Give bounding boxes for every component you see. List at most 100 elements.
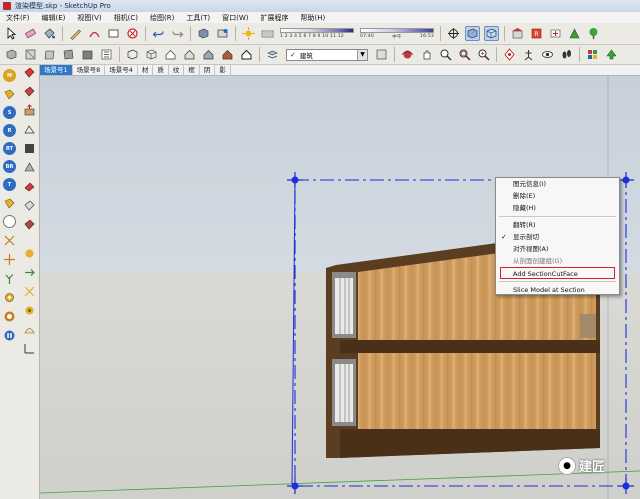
- group-icon[interactable]: [215, 26, 230, 41]
- layer-manager-icon[interactable]: [265, 47, 280, 62]
- iso-view-icon[interactable]: [4, 47, 19, 62]
- plugin-r-icon[interactable]: R: [3, 124, 16, 137]
- tab-frame[interactable]: 框: [184, 65, 200, 75]
- eraser-icon[interactable]: [23, 26, 38, 41]
- display-section-cuts-icon[interactable]: [484, 26, 499, 41]
- pan-icon[interactable]: [419, 47, 434, 62]
- menu-help[interactable]: 帮助(H): [294, 13, 331, 23]
- circle-icon[interactable]: [125, 26, 140, 41]
- up-arrow-icon[interactable]: [604, 47, 619, 62]
- zoom-window-icon[interactable]: [457, 47, 472, 62]
- push-pull-icon[interactable]: [22, 103, 36, 117]
- plugin-rt-icon[interactable]: RT: [3, 142, 16, 155]
- plugin-br-icon[interactable]: BR: [3, 160, 16, 173]
- extension-warehouse-icon[interactable]: R: [529, 26, 544, 41]
- chevron-down-icon[interactable]: ▼: [357, 49, 367, 60]
- shadow-time-slider[interactable]: 07:40 中午 16:53: [360, 27, 434, 41]
- undo-icon[interactable]: [151, 26, 166, 41]
- tab-quality[interactable]: 质: [153, 65, 169, 75]
- share-model-icon[interactable]: [548, 26, 563, 41]
- text-tool-icon[interactable]: [22, 284, 36, 298]
- orbit-icon[interactable]: [400, 47, 415, 62]
- tab-material[interactable]: 材: [138, 65, 154, 75]
- component-icon[interactable]: [196, 26, 211, 41]
- paint-tag-icon[interactable]: [3, 87, 17, 101]
- tab-scene-1[interactable]: 场景号1: [40, 65, 73, 75]
- menu-item-align-view[interactable]: 对齐视图(A): [496, 243, 619, 255]
- tab-shade[interactable]: 阴: [200, 65, 216, 75]
- house-monochrome-icon[interactable]: [239, 47, 254, 62]
- menu-view[interactable]: 视图(V): [71, 13, 107, 23]
- xray-style-icon[interactable]: [125, 47, 140, 62]
- move-icon[interactable]: [22, 160, 36, 174]
- tag-icon[interactable]: [3, 196, 17, 210]
- rotate-icon[interactable]: [22, 179, 36, 193]
- sphere-icon[interactable]: [3, 215, 16, 228]
- tab-texture[interactable]: 纹: [169, 65, 185, 75]
- menu-item-hide[interactable]: 隐藏(H): [496, 202, 619, 214]
- section-plane-icon[interactable]: [465, 26, 480, 41]
- menu-item-entity-info[interactable]: 图元信息(I): [496, 178, 619, 190]
- wireframe-style-icon[interactable]: [144, 47, 159, 62]
- menu-extensions[interactable]: 扩展程序: [254, 13, 294, 23]
- tab-scene-8[interactable]: 场景号8: [73, 65, 106, 75]
- arc-icon[interactable]: [87, 26, 102, 41]
- direction-arrow-icon[interactable]: [22, 265, 36, 279]
- material-palette-icon[interactable]: [585, 47, 600, 62]
- fog-icon[interactable]: [260, 26, 275, 41]
- front-view-icon[interactable]: [42, 47, 57, 62]
- menu-item-create-group-from-slice[interactable]: 从剖面创建组(G): [496, 255, 619, 267]
- zoom-extents-icon[interactable]: [476, 47, 491, 62]
- walk-icon[interactable]: [521, 47, 536, 62]
- cross-arrows-icon[interactable]: [3, 233, 17, 247]
- menu-window[interactable]: 窗口(W): [216, 13, 254, 23]
- redo-icon[interactable]: [170, 26, 185, 41]
- pause-icon[interactable]: [3, 328, 17, 342]
- scale-icon[interactable]: [22, 198, 36, 212]
- material-red-icon[interactable]: [22, 84, 36, 98]
- top-view-icon[interactable]: [23, 47, 38, 62]
- axes-tool-icon[interactable]: [22, 341, 36, 355]
- menu-edit[interactable]: 编辑(E): [36, 13, 72, 23]
- layer-color-icon[interactable]: [374, 47, 389, 62]
- tab-scene-4[interactable]: 场景号4: [105, 65, 138, 75]
- menu-draw[interactable]: 绘图(R): [144, 13, 180, 23]
- right-view-icon[interactable]: [61, 47, 76, 62]
- gear-icon[interactable]: [3, 290, 17, 304]
- plugin-m-icon[interactable]: M: [3, 69, 16, 82]
- dimension-icon[interactable]: [22, 303, 36, 317]
- menu-camera[interactable]: 相机(C): [108, 13, 144, 23]
- plugin-s-icon[interactable]: S: [3, 106, 16, 119]
- footprint-icon[interactable]: [559, 47, 574, 62]
- look-around-icon[interactable]: [540, 47, 555, 62]
- paint-bucket-icon[interactable]: [22, 65, 36, 79]
- menu-item-erase[interactable]: 删除(E): [496, 190, 619, 202]
- tab-shadow[interactable]: 影: [215, 65, 231, 75]
- position-camera-icon[interactable]: [502, 47, 517, 62]
- house-textured-icon[interactable]: [220, 47, 235, 62]
- select-arrow-icon[interactable]: [4, 26, 19, 41]
- target-icon[interactable]: [3, 309, 17, 323]
- plugin-t-icon[interactable]: T: [3, 178, 16, 191]
- sun-shadow-icon[interactable]: [241, 26, 256, 41]
- paint-bucket-icon[interactable]: [42, 26, 57, 41]
- plugin-plant-icon[interactable]: [567, 26, 582, 41]
- menu-item-add-sectioncutface[interactable]: Add SectionCutFace: [500, 267, 615, 279]
- axes-icon[interactable]: [446, 26, 461, 41]
- menu-item-display-section-cut[interactable]: 显示剖切: [496, 231, 619, 243]
- offset-icon[interactable]: [22, 141, 36, 155]
- protractor-icon[interactable]: [22, 322, 36, 336]
- line-pencil-icon[interactable]: [68, 26, 83, 41]
- plant-icon[interactable]: [3, 271, 17, 285]
- zoom-icon[interactable]: [438, 47, 453, 62]
- shadow-month-slider[interactable]: 1 2 3 4 5 6 7 8 9 10 11 12: [280, 27, 354, 41]
- house-shaded-icon[interactable]: [201, 47, 216, 62]
- plugin-tree-icon[interactable]: [586, 26, 601, 41]
- menu-item-reverse[interactable]: 翻转(R): [496, 219, 619, 231]
- left-view-icon[interactable]: [99, 47, 114, 62]
- menu-tools[interactable]: 工具(T): [180, 13, 216, 23]
- menu-item-slice-model-at-section[interactable]: Slice Model at Section: [496, 284, 619, 296]
- sun-orb-icon[interactable]: [22, 246, 36, 260]
- follow-me-icon[interactable]: [22, 122, 36, 136]
- tape-measure-icon[interactable]: [22, 217, 36, 231]
